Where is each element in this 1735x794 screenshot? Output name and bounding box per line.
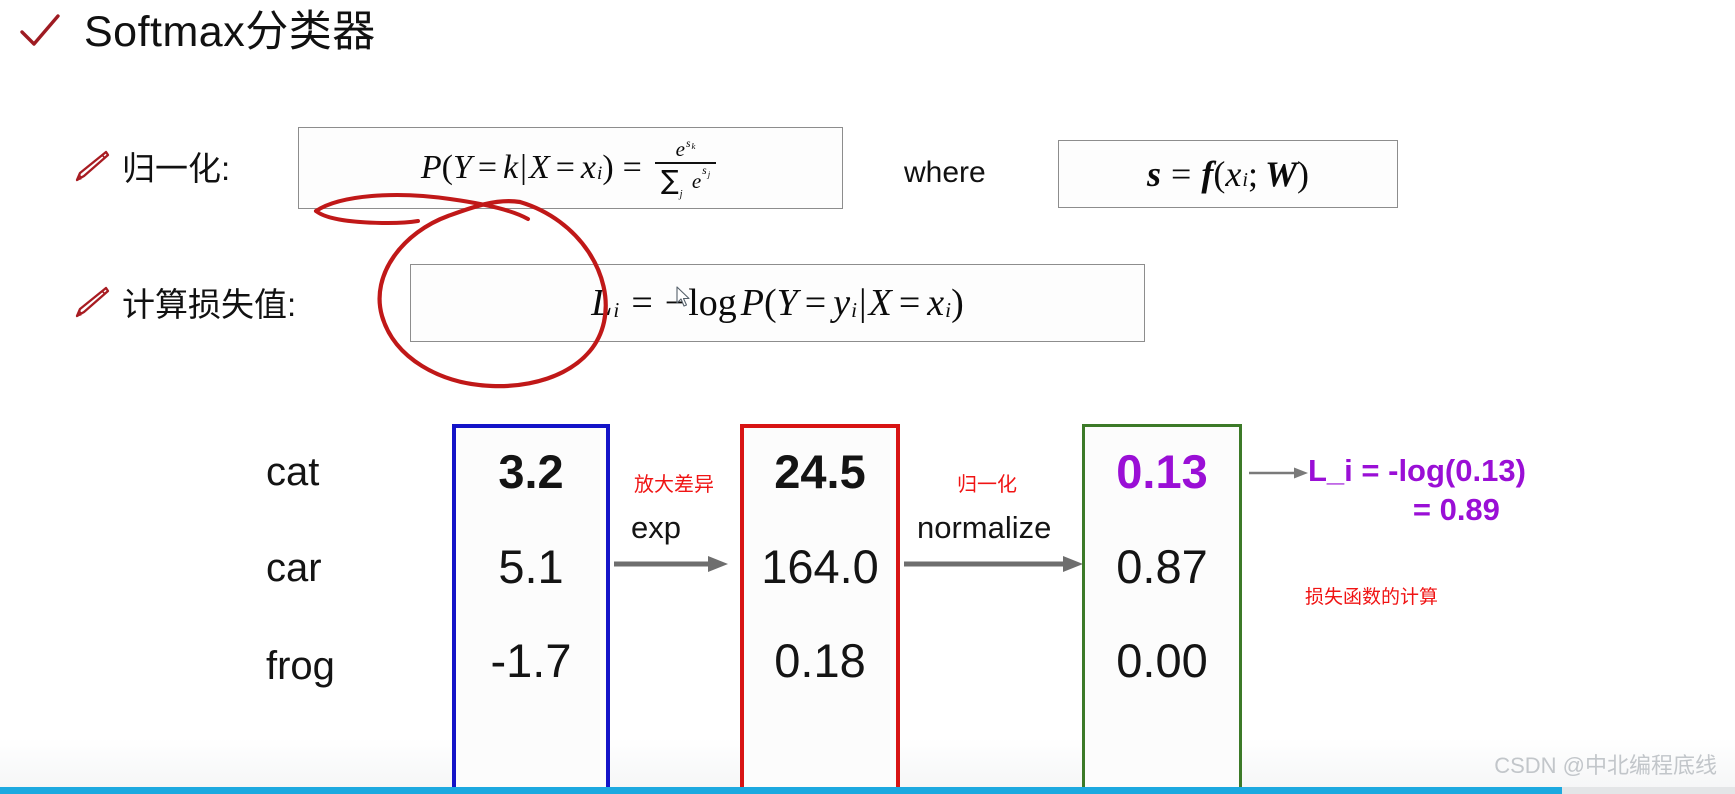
- score-value-cat: 3.2: [498, 445, 564, 498]
- transform-label-cn-exp: 放大差异: [634, 474, 714, 496]
- transform-label-en-normalize: normalize: [917, 510, 1052, 545]
- arrow-exp-icon: [614, 556, 728, 572]
- probability-value-cat: 0.13: [1116, 445, 1208, 498]
- progress-track[interactable]: [0, 787, 1735, 794]
- transform-label-cn-normalize: 归一化: [957, 474, 1017, 496]
- arrow-result-icon: [1249, 467, 1308, 479]
- loss-note: 损失函数的计算: [1305, 587, 1439, 608]
- class-label-car: car: [266, 546, 322, 590]
- score-value-frog: -1.7: [490, 634, 572, 687]
- formula-score-math: s = f( x i; W): [1147, 154, 1309, 194]
- bullet-label-loss: 计算损失值:: [122, 286, 297, 323]
- formula-loss: Li = − log P(Y = y i | X = x i): [410, 264, 1145, 342]
- class-label-cat: cat: [266, 450, 320, 494]
- unnormalized-value-frog: 0.18: [774, 634, 866, 687]
- slide-canvas: Softmax分类器 归一化: P(Y = k | X = x i) = esk ∑j…: [0, 0, 1735, 794]
- formula-normalization-math: P(Y = k | X = x i) = esk ∑j esj: [421, 138, 720, 200]
- arrow-normalize-icon: [904, 556, 1083, 572]
- unnormalized-value-cat: 24.5: [774, 445, 866, 498]
- pencil-icon: [75, 150, 110, 182]
- class-label-frog: frog: [266, 644, 335, 688]
- progress-fill[interactable]: [0, 787, 1562, 794]
- bullet-row-loss: 计算损失值:: [72, 278, 296, 326]
- loss-result-line2: = 0.89: [1412, 491, 1500, 527]
- pencil-icon: [75, 286, 110, 318]
- score-value-car: 5.1: [498, 540, 564, 593]
- probability-value-frog: 0.00: [1116, 634, 1208, 687]
- formula-loss-math: Li = − log P(Y = y i | X = x i): [591, 282, 964, 324]
- formula-score-definition: s = f( x i; W): [1058, 140, 1398, 208]
- formula-normalization: P(Y = k | X = x i) = esk ∑j esj: [298, 127, 843, 209]
- probability-value-car: 0.87: [1116, 540, 1208, 593]
- page-title: Softmax分类器: [18, 10, 376, 54]
- watermark: CSDN @中北编程底线: [1494, 753, 1717, 778]
- title-text: Softmax分类器: [84, 7, 376, 56]
- mouse-cursor: [676, 286, 690, 307]
- loss-result-line1: L_i = -log(0.13): [1308, 453, 1526, 488]
- where-label: where: [904, 156, 986, 189]
- bullet-label-normalization: 归一化:: [122, 150, 231, 187]
- transform-label-en-exp: exp: [631, 510, 681, 545]
- check-icon: [20, 14, 60, 46]
- loss-result: L_i = -log(0.13) = 0.89: [1308, 452, 1526, 530]
- unnormalized-value-car: 164.0: [761, 540, 879, 593]
- bullet-row-normalization: 归一化:: [72, 142, 230, 190]
